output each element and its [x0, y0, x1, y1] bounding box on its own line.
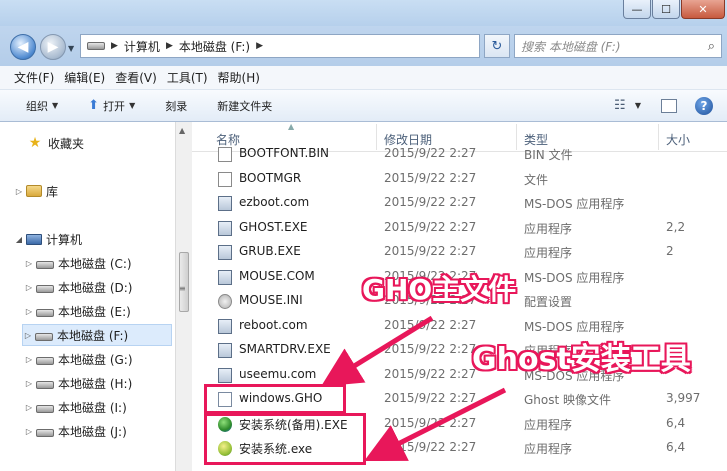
arrow-to-setup [364, 387, 507, 462]
arrow-to-gho [320, 315, 434, 387]
annotation-arrows [320, 315, 507, 462]
ghost-install-tool-label: Ghost安装工具 [472, 342, 691, 377]
gho-main-file-label: GHO主文件 [362, 273, 517, 306]
